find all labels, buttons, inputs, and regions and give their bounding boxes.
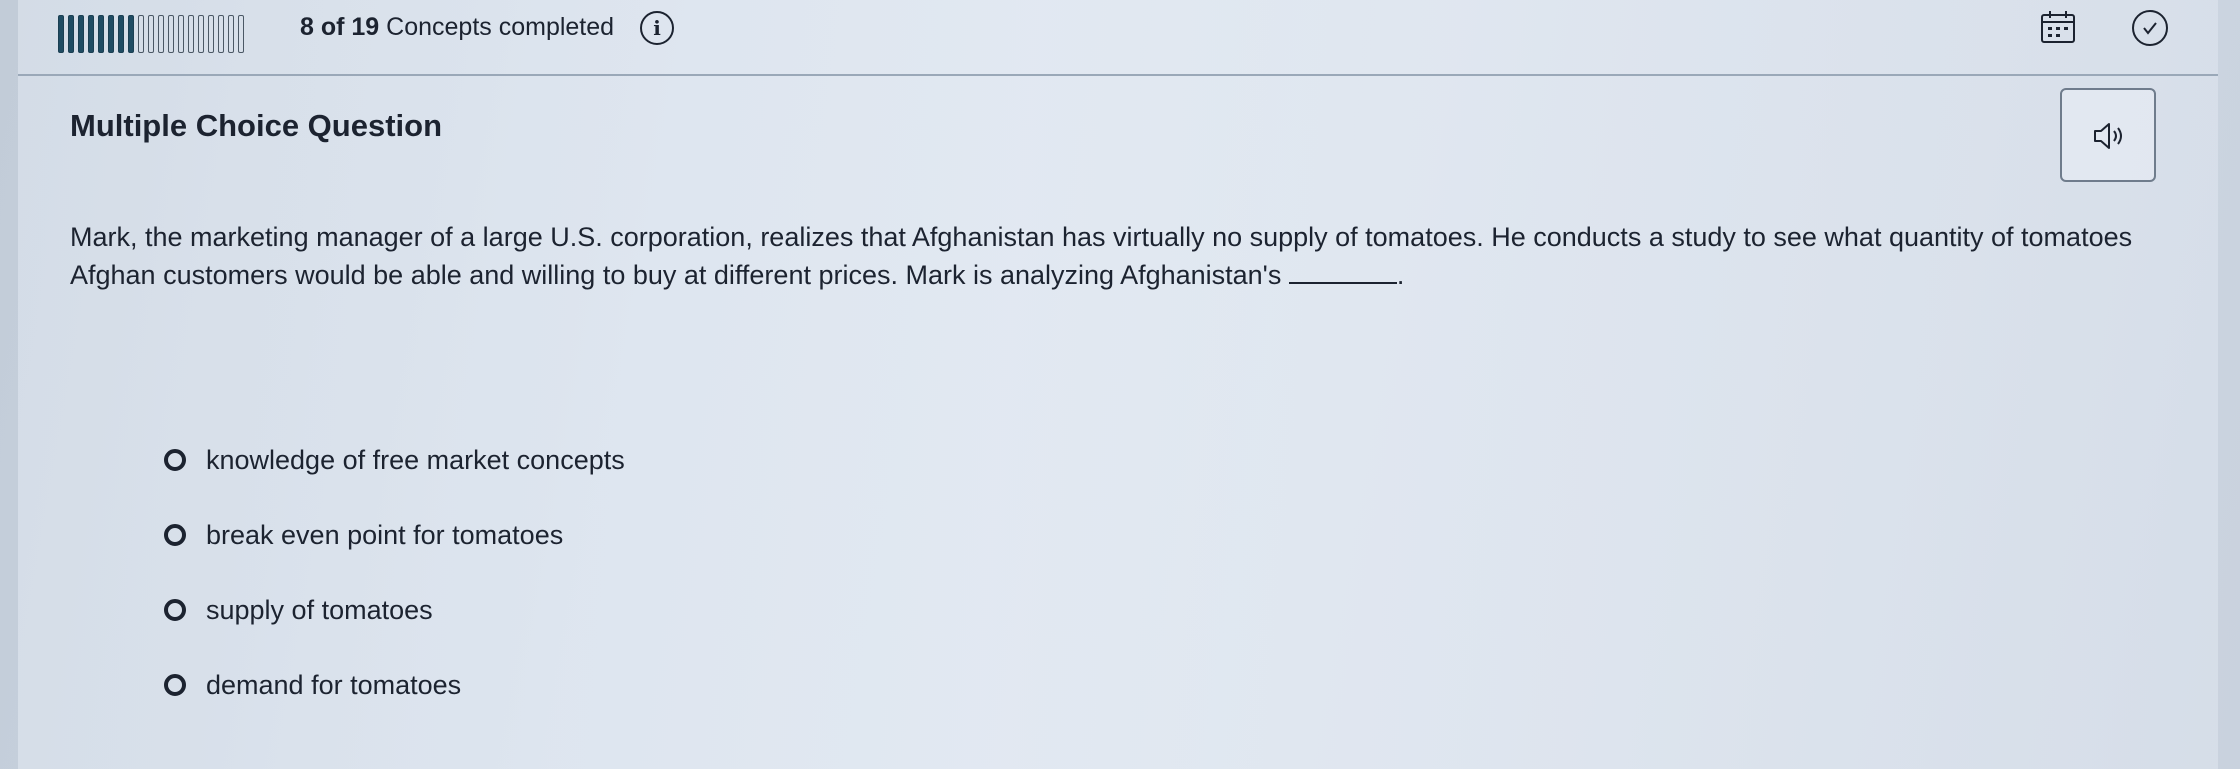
progress-segment	[118, 15, 124, 53]
progress-segment	[108, 15, 114, 53]
option-label: knowledge of free market concepts	[206, 444, 625, 475]
top-bar: 8 of 19 Concepts completed i	[18, 0, 2218, 76]
progress-segment	[168, 15, 174, 53]
question-text: Mark, the marketing manager of a large U…	[70, 218, 2170, 294]
question-type-heading: Multiple Choice Question	[70, 108, 443, 143]
progress-segment	[208, 15, 214, 53]
progress-segment	[98, 15, 104, 53]
speaker-icon	[2094, 123, 2122, 149]
question-stem: Mark, the marketing manager of a large U…	[70, 222, 2133, 290]
option-2[interactable]: break even point for tomatoes	[164, 515, 563, 555]
progress-segment	[88, 15, 94, 53]
progress-segment	[58, 15, 64, 53]
assignment-frame: 8 of 19 Concepts completed i Multiple Ch…	[18, 0, 2218, 769]
question-end: .	[1396, 260, 1405, 290]
info-icon[interactable]: i	[640, 11, 674, 45]
checkmark-circle-icon[interactable]	[2132, 10, 2168, 46]
progress-suffix: Concepts completed	[386, 13, 615, 41]
progress-segment	[198, 15, 204, 53]
calendar-icon[interactable]	[2040, 10, 2076, 44]
progress-segment	[228, 15, 234, 53]
progress-segment	[78, 15, 84, 53]
option-4[interactable]: demand for tomatoes	[164, 665, 461, 705]
radio-button-icon[interactable]	[164, 524, 186, 546]
progress-segment	[218, 15, 224, 53]
answer-blank	[1288, 264, 1397, 284]
progress-text: 8 of 19 Concepts completed	[300, 13, 614, 42]
read-aloud-button[interactable]	[2060, 88, 2156, 182]
progress-segment	[138, 15, 144, 53]
option-3[interactable]: supply of tomatoes	[164, 590, 433, 630]
radio-button-icon[interactable]	[164, 599, 186, 621]
option-label: supply of tomatoes	[206, 594, 433, 625]
radio-button-icon[interactable]	[164, 449, 186, 471]
progress-segment	[148, 15, 154, 53]
option-1[interactable]: knowledge of free market concepts	[164, 440, 625, 480]
option-label: break even point for tomatoes	[206, 519, 564, 550]
progress-segment	[158, 15, 164, 53]
radio-button-icon[interactable]	[164, 674, 186, 696]
progress-segment	[188, 15, 194, 53]
progress-segment	[238, 15, 244, 53]
concept-progress-bar	[58, 14, 244, 54]
progress-count: 8 of 19	[300, 13, 380, 41]
progress-segment	[178, 15, 184, 53]
progress-segment	[68, 15, 74, 53]
option-label: demand for tomatoes	[206, 669, 462, 700]
progress-segment	[128, 15, 134, 53]
